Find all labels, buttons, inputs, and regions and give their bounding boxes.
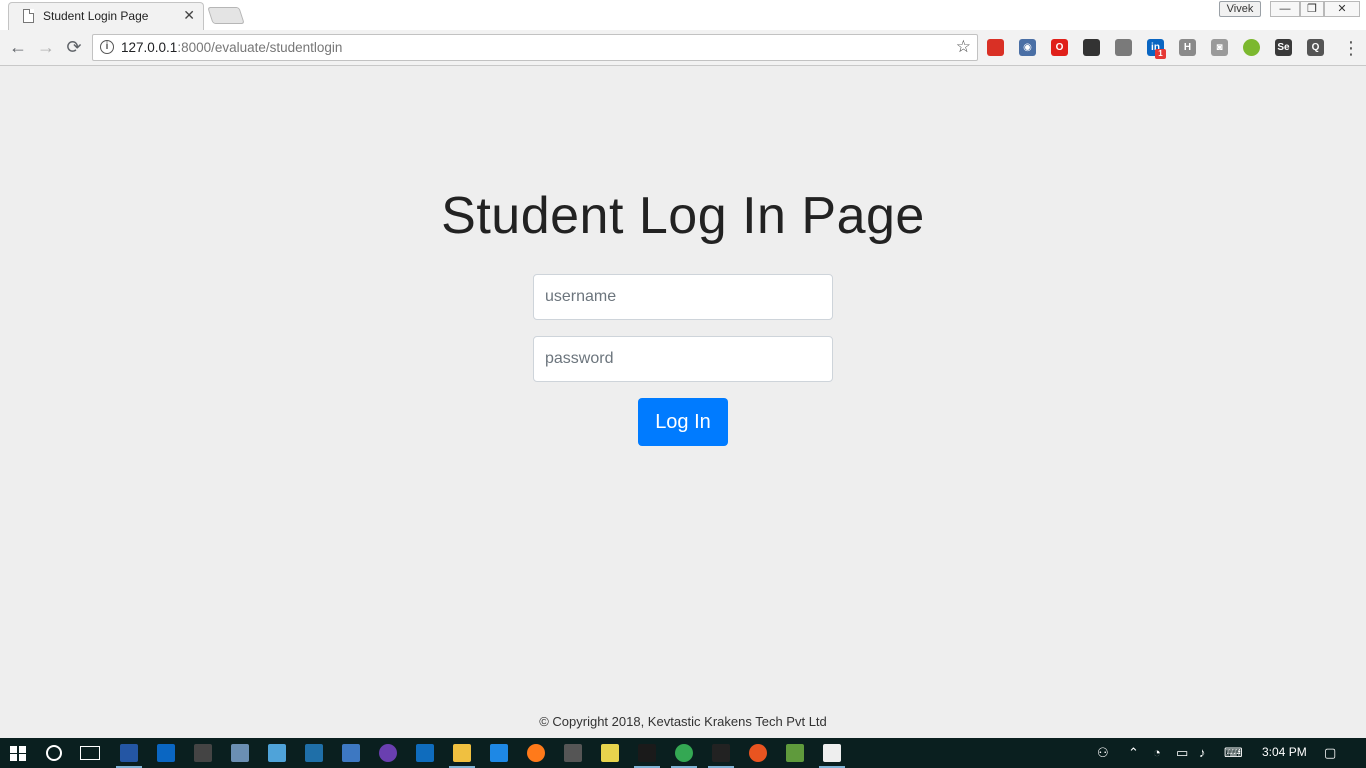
username-input[interactable]	[533, 274, 833, 320]
circle-ext-icon[interactable]: ◉	[1019, 39, 1036, 56]
page-icon	[23, 9, 34, 23]
keyboard-app-icon[interactable]	[342, 744, 360, 762]
settings-icon[interactable]	[823, 744, 841, 762]
battery-icon[interactable]: ▭	[1176, 745, 1188, 761]
vscode-icon[interactable]	[490, 744, 508, 762]
bookmark-star-icon[interactable]: ☆	[956, 37, 971, 57]
linkedin-ext-icon[interactable]: in 1	[1147, 39, 1166, 59]
tab-close-icon[interactable]: ✕	[183, 7, 195, 24]
clock[interactable]: 3:04 PM	[1262, 745, 1307, 759]
file-explorer-icon[interactable]	[453, 744, 471, 762]
notification-badge: 1	[1155, 49, 1166, 59]
terminal-app-icon[interactable]	[564, 744, 582, 762]
git-icon[interactable]	[786, 744, 804, 762]
note-ext-icon[interactable]	[1115, 39, 1132, 56]
github-icon[interactable]	[379, 744, 397, 762]
url-path: :8000/evaluate/studentlogin	[177, 40, 343, 55]
browser-menu-icon[interactable]: ⋮	[1342, 36, 1360, 60]
forward-button[interactable]: →	[34, 36, 58, 60]
calculator-icon[interactable]	[194, 744, 212, 762]
profile-button[interactable]: Vivek	[1219, 1, 1261, 17]
camera-ext-icon[interactable]: ◙	[1211, 39, 1228, 56]
network-app-icon[interactable]	[231, 744, 249, 762]
url-host: 127.0.0.1	[121, 40, 178, 55]
back-button[interactable]: ←	[6, 36, 30, 60]
outlook-icon[interactable]	[416, 744, 434, 762]
pycharm-icon[interactable]	[638, 744, 656, 762]
cortana-search-icon[interactable]	[46, 745, 62, 761]
keyboard-icon[interactable]: ⌨	[1224, 745, 1243, 761]
wifi-icon[interactable]: ◔	[1153, 745, 1161, 760]
notepad-icon[interactable]	[601, 744, 619, 762]
minimize-button[interactable]: —	[1270, 1, 1300, 17]
close-window-button[interactable]: ✕	[1324, 1, 1360, 17]
info-icon[interactable]: i	[100, 40, 114, 54]
volume-icon[interactable]: ♪	[1199, 745, 1206, 760]
browser-title-bar: Student Login Page ✕ Vivek — ❐ ✕	[0, 0, 1366, 30]
browser-tab[interactable]: Student Login Page ✕	[8, 2, 204, 30]
selenium-ext-icon[interactable]: Se	[1275, 39, 1292, 56]
maximize-button[interactable]: ❐	[1300, 1, 1324, 17]
green-dot-ext-icon[interactable]	[1243, 39, 1260, 56]
opera-ext-icon[interactable]: O	[1051, 39, 1068, 56]
copyright-footer: © Copyright 2018, Kevtastic Krakens Tech…	[539, 714, 827, 729]
browser-toolbar: ← → ⟳ i 127.0.0.1:8000/evaluate/studentl…	[0, 30, 1366, 66]
new-tab-button[interactable]	[207, 7, 245, 24]
password-input[interactable]	[533, 336, 833, 382]
tray-chevron-icon[interactable]: ⌃	[1128, 745, 1139, 761]
address-bar[interactable]: i 127.0.0.1:8000/evaluate/studentlogin ☆	[92, 34, 978, 61]
cmd-icon[interactable]	[712, 744, 730, 762]
chrome-icon[interactable]	[675, 744, 693, 762]
linkedin-app-icon[interactable]	[157, 744, 175, 762]
bulb-ext-icon[interactable]: Q	[1307, 39, 1324, 56]
windows-taskbar: ⚇ ⌃ ◔ ▭ ♪ ⌨ 3:04 PM ▢	[0, 738, 1366, 768]
task-view-icon[interactable]	[80, 746, 100, 760]
powershell-icon[interactable]	[120, 744, 138, 762]
ubuntu-icon[interactable]	[749, 744, 767, 762]
page-title: Student Log In Page	[441, 187, 925, 245]
login-button[interactable]: Log In	[638, 398, 728, 446]
bookmark-ext-icon[interactable]	[987, 39, 1004, 56]
notifications-icon[interactable]: ▢	[1324, 745, 1336, 761]
firefox-icon[interactable]	[527, 744, 545, 762]
tool-ext-icon[interactable]	[1083, 39, 1100, 56]
tab-title: Student Login Page	[43, 9, 149, 23]
box-app-icon[interactable]	[268, 744, 286, 762]
h-ext-icon[interactable]: H	[1179, 39, 1196, 56]
people-icon[interactable]: ⚇	[1097, 745, 1109, 761]
reload-button[interactable]: ⟳	[62, 36, 86, 60]
url-text[interactable]: 127.0.0.1:8000/evaluate/studentlogin	[121, 40, 342, 55]
mysql-icon[interactable]	[305, 744, 323, 762]
windows-start-icon[interactable]	[10, 746, 26, 761]
